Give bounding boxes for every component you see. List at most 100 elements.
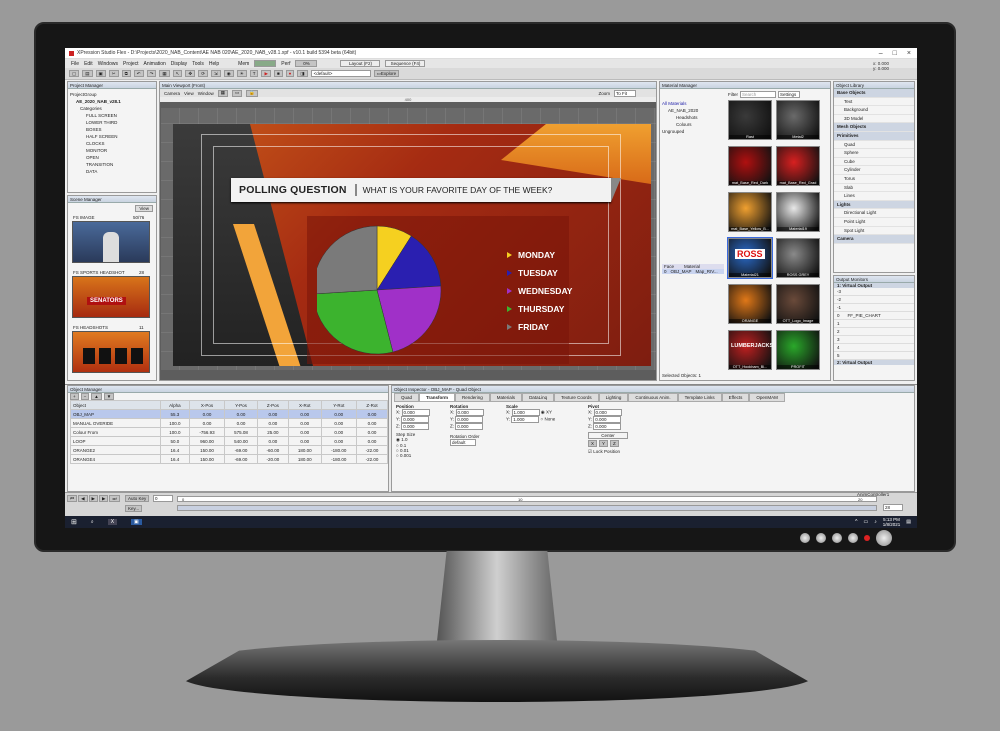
table-cell[interactable]: 0.00 xyxy=(256,436,289,446)
library-group-header[interactable]: Lights xyxy=(834,200,914,210)
lock-icon[interactable]: 🔒 xyxy=(246,89,258,97)
library-item[interactable]: Lines xyxy=(834,192,914,201)
menu-help[interactable]: Help xyxy=(209,61,219,67)
delete-icon[interactable]: − xyxy=(80,393,90,400)
stop-icon[interactable]: ■ xyxy=(273,70,283,77)
material-tile[interactable]: Rast xyxy=(728,100,772,140)
table-cell[interactable]: 0.00 xyxy=(355,409,388,419)
step-option[interactable]: 1.0 xyxy=(401,437,407,442)
output-row[interactable]: 4 xyxy=(834,344,914,352)
first-frame-icon[interactable]: ⏮ xyxy=(67,495,78,502)
inspector-tab[interactable]: Template Links xyxy=(677,393,722,402)
monitor-button[interactable] xyxy=(832,533,842,543)
new-icon[interactable]: ▢ xyxy=(69,70,80,77)
menu-file[interactable]: File xyxy=(71,61,79,67)
menu-display[interactable]: Display xyxy=(171,61,187,67)
table-cell[interactable]: 16.4 xyxy=(160,454,190,464)
col-header[interactable]: X-Pos xyxy=(188,400,226,410)
select-icon[interactable]: ↖ xyxy=(172,70,183,77)
undo-icon[interactable]: ↶ xyxy=(133,70,144,77)
maximize-icon[interactable]: □ xyxy=(893,50,897,57)
table-cell[interactable]: 0.00 xyxy=(188,409,226,419)
scene-thumb[interactable]: FS SPORTS HEADSHOT 28 SENATORS xyxy=(72,270,150,318)
table-cell[interactable]: 0.00 xyxy=(256,409,289,419)
tree-item[interactable]: Ungrouped xyxy=(662,128,724,135)
output-2[interactable]: 2: Virtual Output xyxy=(834,360,914,365)
timeline-ruler[interactable]: 0 10 20 xyxy=(177,496,877,502)
output-row[interactable]: 0 FF_PIE_CHART xyxy=(834,312,914,320)
table-cell[interactable]: 100.0 xyxy=(160,427,190,437)
pos-x-field[interactable]: 0.000 xyxy=(401,409,430,416)
tree-item[interactable]: TRANSITION xyxy=(70,161,154,168)
library-item[interactable]: Quad xyxy=(834,141,914,150)
table-cell[interactable]: 180.00 xyxy=(287,454,322,464)
cut-icon[interactable]: ✂ xyxy=(108,70,119,77)
up-icon[interactable]: ▲ xyxy=(91,393,102,400)
material-tile[interactable]: ORANGE xyxy=(728,284,772,324)
col-header[interactable]: Y-Rot xyxy=(320,400,357,410)
material-tile[interactable]: mat_Base_Red_Grad xyxy=(776,146,820,186)
table-cell[interactable]: -22.00 xyxy=(355,454,388,464)
table-cell[interactable]: 100.0 xyxy=(160,418,190,428)
inspector-tab[interactable]: Effects xyxy=(721,393,750,402)
inspector-tab[interactable]: DataLinq xyxy=(522,393,555,402)
pivot-z-field[interactable]: 0.000 xyxy=(593,423,622,430)
notifications-icon[interactable]: ▤ xyxy=(906,519,917,525)
copy-icon[interactable]: ⧉ xyxy=(121,70,131,77)
down-icon[interactable]: ▼ xyxy=(103,393,115,400)
table-row[interactable]: ORANGE2 16.4 150.00 -69.00 -60.00 180.00 -180.… xyxy=(70,445,388,455)
library-item[interactable]: Text xyxy=(834,98,914,107)
tab-sequence[interactable]: Sequence (F4) xyxy=(385,60,426,67)
table-cell[interactable]: 960.00 xyxy=(188,436,226,446)
table-cell[interactable]: 0.00 xyxy=(287,427,322,437)
explore-button[interactable]: ▭ Explore xyxy=(373,70,400,77)
tree-item[interactable]: BOXES xyxy=(70,126,154,133)
output-row[interactable]: -1 xyxy=(834,304,914,312)
inspector-tab[interactable]: Transform xyxy=(419,393,456,402)
monitor-button[interactable] xyxy=(800,533,810,543)
col-header[interactable]: Z-Rot xyxy=(355,400,388,410)
chevron-up-icon[interactable]: ^ xyxy=(855,519,857,525)
table-cell[interactable]: 0.00 xyxy=(355,418,388,428)
default-select[interactable]: <default> xyxy=(310,70,371,77)
scale-none-option[interactable]: None xyxy=(544,417,555,422)
table-cell[interactable]: 0.00 xyxy=(224,409,258,419)
text-icon[interactable]: T xyxy=(249,70,259,77)
step-option[interactable]: 0.001 xyxy=(400,453,411,458)
table-cell[interactable]: 0.00 xyxy=(320,418,357,428)
material-tile[interactable]: PROFIT xyxy=(776,330,820,370)
timeline-track[interactable] xyxy=(177,505,877,511)
menu-animation[interactable]: Animation xyxy=(144,61,166,67)
library-group-header[interactable]: Primitives xyxy=(834,131,914,141)
table-cell[interactable]: -180.00 xyxy=(320,445,357,455)
auto-key-button[interactable]: Auto Key xyxy=(125,495,150,502)
move-icon[interactable]: ✥ xyxy=(185,70,196,77)
library-group-header[interactable]: Base Objects xyxy=(834,89,914,98)
table-cell[interactable]: -60.00 xyxy=(256,445,289,455)
col-header[interactable]: X-Rot xyxy=(287,400,322,410)
network-icon[interactable]: ▭ xyxy=(864,519,869,525)
col-header[interactable]: Y-Pos xyxy=(224,400,258,410)
library-item[interactable]: Cylinder xyxy=(834,166,914,175)
table-cell[interactable]: 540.00 xyxy=(224,436,258,446)
scene-thumb[interactable]: FS HEADSHOTS 11 xyxy=(72,325,150,373)
inspector-tab[interactable]: Materials xyxy=(489,393,523,402)
table-cell[interactable]: 0.00 xyxy=(320,436,357,446)
tree-item[interactable]: AE_NAB_2020 xyxy=(662,107,724,114)
menu-edit[interactable]: Edit xyxy=(84,61,93,67)
last-frame-icon[interactable]: ⏭ xyxy=(109,495,120,502)
table-cell[interactable]: 0.00 xyxy=(256,418,289,428)
table-cell[interactable]: 0.00 xyxy=(287,418,322,428)
col-header[interactable]: Alpha xyxy=(160,400,190,410)
material-tile[interactable]: ROSS GREY xyxy=(776,238,820,278)
pivot-x-field[interactable]: 0.000 xyxy=(593,409,622,416)
viewport-canvas[interactable]: POLLING QUESTION WHAT IS YOUR FAVORITE D… xyxy=(161,108,656,370)
material-tile[interactable]: OTT_Logo_Image xyxy=(776,284,820,324)
pos-z-field[interactable]: 0.000 xyxy=(401,423,430,430)
library-item[interactable]: 3D Model xyxy=(834,115,914,124)
tree-item[interactable]: Headshots xyxy=(662,114,724,121)
output-row[interactable]: 2 xyxy=(834,328,914,336)
table-cell[interactable]: 150.00 xyxy=(188,445,226,455)
camera-icon[interactable]: ◉ xyxy=(223,70,234,77)
library-item[interactable]: Cube xyxy=(834,158,914,167)
